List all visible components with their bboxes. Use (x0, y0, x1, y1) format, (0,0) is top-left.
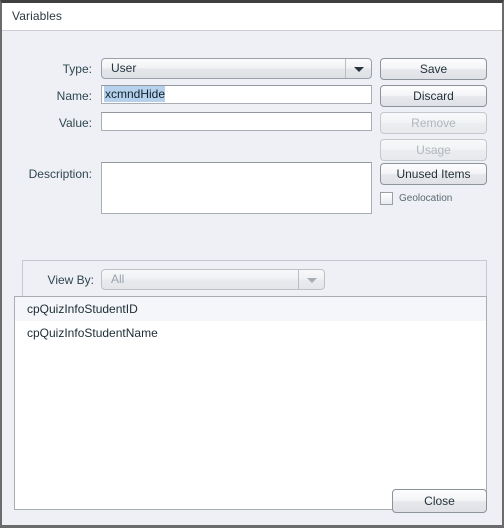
unused-items-button[interactable]: Unused Items (380, 163, 487, 185)
remove-button: Remove (380, 112, 487, 134)
value-label: Value: (58, 116, 92, 130)
description-textarea[interactable] (101, 162, 372, 214)
chevron-down-icon (298, 270, 324, 289)
window-title: Variables (12, 9, 63, 23)
name-input-value: xcmndHide (104, 86, 166, 102)
variables-list[interactable]: cpQuizInfoStudentID cpQuizInfoStudentNam… (14, 296, 487, 510)
discard-button[interactable]: Discard (380, 85, 487, 107)
view-by-dropdown-value: All (111, 272, 125, 286)
list-item[interactable]: cpQuizInfoStudentName (15, 321, 486, 345)
name-label: Name: (56, 89, 92, 103)
title-bar: Variables (2, 3, 502, 31)
view-by-label: View By: (47, 273, 94, 287)
geolocation-checkbox[interactable] (380, 192, 393, 205)
type-label: Type: (62, 62, 92, 76)
value-input[interactable] (101, 112, 372, 131)
description-label: Description: (28, 167, 92, 181)
close-button[interactable]: Close (392, 489, 487, 513)
variables-dialog-window: Variables Type: User Name: xcmndHide Val… (0, 0, 504, 528)
type-dropdown-value: User (111, 61, 137, 75)
geolocation-label: Geolocation (399, 193, 453, 204)
help-link[interactable]: Help... (24, 524, 56, 525)
save-button[interactable]: Save (380, 58, 487, 80)
list-item[interactable]: cpQuizInfoStudentID (15, 297, 486, 321)
type-dropdown[interactable]: User (101, 58, 372, 79)
dialog-body: Type: User Name: xcmndHide Value: Descri… (2, 32, 502, 525)
usage-button: Usage (380, 139, 487, 161)
name-input[interactable]: xcmndHide (101, 85, 372, 104)
view-by-dropdown[interactable]: All (101, 269, 325, 290)
chevron-down-icon (345, 59, 371, 78)
